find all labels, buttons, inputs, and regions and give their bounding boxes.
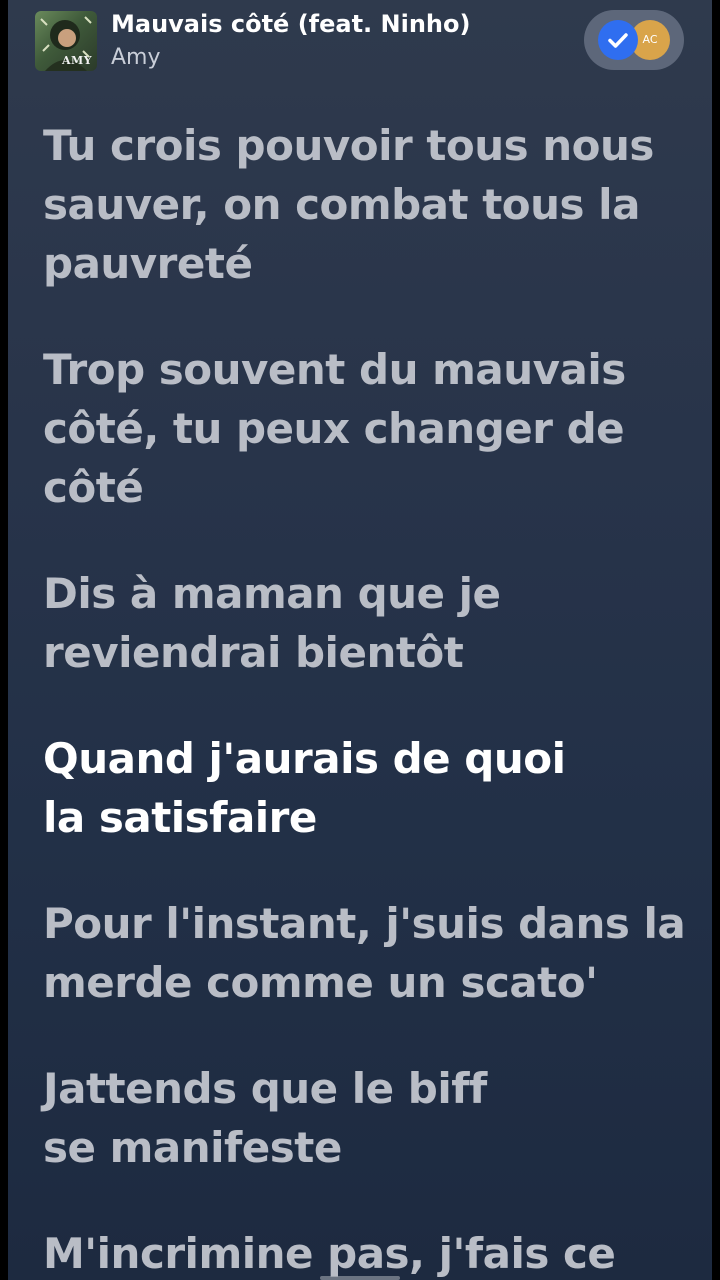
lyric-text: côté — [43, 463, 144, 512]
home-indicator[interactable] — [320, 1276, 400, 1280]
share-button[interactable]: AC — [584, 10, 684, 70]
lyric-text: pauvreté — [43, 239, 253, 288]
lyric-text: Trop souvent du mauvais — [43, 345, 626, 394]
lyrics-list[interactable]: Tu crois pouvoir tous nous sauver, on com… — [43, 116, 686, 1280]
lyric-line[interactable]: Dis à maman que je reviendrai bientôt — [43, 564, 673, 682]
lyric-text: merde comme un scato' — [43, 958, 598, 1007]
artist-name[interactable]: Amy — [111, 45, 161, 70]
album-art[interactable]: AMY — [35, 11, 97, 71]
lyric-line[interactable]: M'incrimine pas, j'fais ce — [43, 1224, 673, 1280]
lyric-text: la satisfaire — [43, 793, 317, 842]
now-playing-header[interactable]: AMY Mauvais côté (feat. Ninho) Amy AC — [8, 0, 712, 84]
lyric-line[interactable]: Pour l'instant, j'suis dans la merde comm… — [43, 894, 686, 1012]
lyric-text: Quand j'aurais de quoi — [43, 734, 566, 783]
song-title: Mauvais côté (feat. Ninho) — [111, 10, 471, 38]
lyric-text: côté, tu peux changer de — [43, 404, 625, 453]
lyric-line[interactable]: Trop souvent du mauvais côté, tu peux cha… — [43, 340, 673, 517]
lyric-text: M'incrimine pas, j'fais ce — [43, 1229, 616, 1278]
album-art-text: AMY — [62, 54, 93, 67]
lyric-text: se manifeste — [43, 1123, 342, 1172]
lyric-text: reviendrai bientôt — [43, 628, 464, 677]
lyric-text: sauver, on combat tous la — [43, 180, 640, 229]
lyric-text: Jattends que le biff — [43, 1064, 487, 1113]
lyric-text: Pour l'instant, j'suis dans la — [43, 899, 686, 948]
lyric-line[interactable]: Jattends que le biff se manifeste — [43, 1059, 673, 1177]
lyric-line-current[interactable]: Quand j'aurais de quoi la satisfaire — [43, 729, 673, 847]
lyric-text: Tu crois pouvoir tous nous — [43, 121, 654, 170]
lyrics-screen: AMY Mauvais côté (feat. Ninho) Amy AC Tu… — [8, 0, 712, 1280]
lyric-text: Dis à maman que je — [43, 569, 501, 618]
check-icon — [598, 20, 638, 60]
lyric-line[interactable]: Tu crois pouvoir tous nous sauver, on com… — [43, 116, 673, 293]
